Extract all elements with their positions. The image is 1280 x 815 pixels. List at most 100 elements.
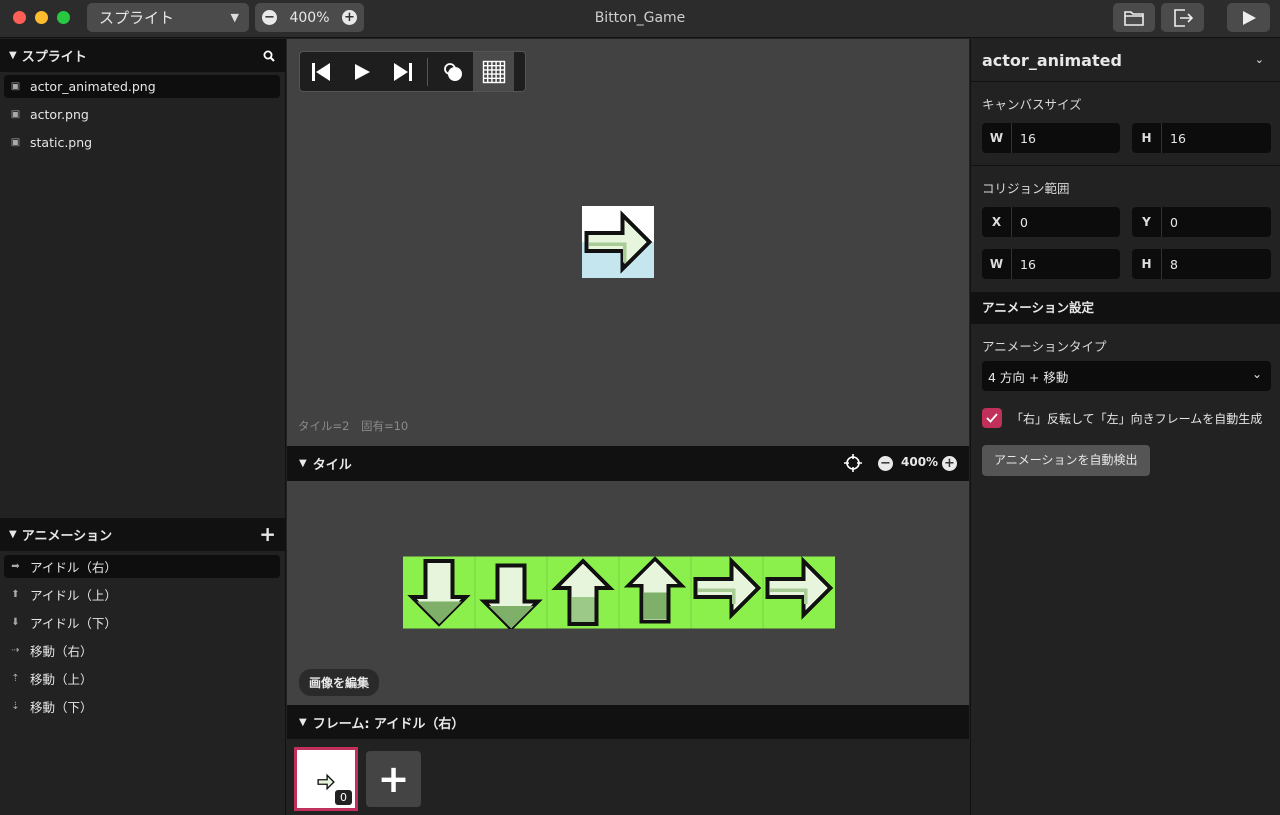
sprites-section-header[interactable]: ▼ スプライト <box>0 39 286 72</box>
crosshair-icon[interactable] <box>844 454 862 472</box>
arrow-down-icon: ⬇ <box>11 617 20 628</box>
tiles-zoom-value: 400% <box>901 455 939 469</box>
run-game-button[interactable] <box>1227 3 1270 32</box>
left-panel: ▼ スプライト ▣ actor_animated.png ▣ actor.png… <box>0 39 286 815</box>
animation-item-idle-right[interactable]: ➡ アイドル（右） <box>4 555 280 578</box>
image-file-icon: ▣ <box>10 137 21 148</box>
flip-frames-label: 「右」反転して「左」向きフレームを自動生成 <box>1011 412 1263 426</box>
export-button[interactable] <box>1161 3 1204 32</box>
field-key: H <box>1132 249 1162 279</box>
sprite-item-label: actor_animated.png <box>30 79 156 94</box>
sprite-item-static[interactable]: ▣ static.png <box>4 131 280 154</box>
play-button[interactable] <box>341 52 382 91</box>
animations-section-header[interactable]: ▼ アニメーション + <box>0 518 286 551</box>
sprite-item-actor-animated[interactable]: ▣ actor_animated.png <box>4 75 280 98</box>
field-value: 0 <box>1170 214 1178 230</box>
canvas-size-label: キャンバスサイズ <box>982 97 1082 112</box>
skip-forward-icon <box>393 62 412 81</box>
auto-detect-animation-button[interactable]: アニメーションを自動検出 <box>982 445 1150 476</box>
mode-select[interactable]: スプライト ▼ <box>87 3 249 32</box>
export-icon <box>1173 8 1193 27</box>
add-frame-button[interactable]: + <box>366 751 421 807</box>
tiles-header-label: タイル <box>312 458 352 473</box>
frames-section-header[interactable]: ▼ フレーム: アイドル（右） <box>287 705 969 739</box>
sprite-item-label: static.png <box>30 135 93 150</box>
first-frame-button[interactable] <box>300 52 341 91</box>
inspector-title: actor_animated <box>982 51 1122 70</box>
collision-height-field[interactable]: H 8 <box>1132 249 1271 279</box>
animation-item-label: 移動（下） <box>30 700 93 715</box>
sprite-item-actor[interactable]: ▣ actor.png <box>4 103 280 126</box>
animation-item-idle-down[interactable]: ⬇ アイドル（下） <box>4 611 280 634</box>
inspector-panel: actor_animated ⌄ キャンバスサイズ W 16 H 16 コリジョ… <box>970 39 1280 815</box>
grid-icon <box>482 60 505 83</box>
animation-item-move-up[interactable]: ⇡ 移動（上） <box>4 667 280 690</box>
animation-item-move-right[interactable]: ⇢ 移動（右） <box>4 639 280 662</box>
field-key: W <box>982 123 1012 153</box>
open-folder-button[interactable] <box>1113 3 1155 32</box>
sprites-header-label: スプライト <box>21 50 87 65</box>
animation-item-label: 移動（右） <box>30 644 93 659</box>
grid-toggle[interactable] <box>473 52 514 91</box>
disclosure-triangle-icon: ▼ <box>9 529 17 540</box>
collision-x-field[interactable]: X 0 <box>982 207 1120 237</box>
frame-thumbnail[interactable]: 0 <box>294 747 358 811</box>
animations-header-label: アニメーション <box>21 529 113 544</box>
disclosure-triangle-icon: ▼ <box>299 716 307 728</box>
zoom-in-button[interactable]: + <box>342 10 357 25</box>
collision-label: コリジョン範囲 <box>982 181 1070 196</box>
arrow-down-dotted-icon: ⇣ <box>11 701 20 712</box>
sprite-item-label: actor.png <box>30 107 89 122</box>
animation-item-label: アイドル（右） <box>30 560 117 575</box>
title-bar: Bitton_Game スプライト ▼ − 400% + <box>0 0 1280 38</box>
chevron-down-icon[interactable]: ⌄ <box>1255 53 1264 66</box>
collision-width-field[interactable]: W 16 <box>982 249 1120 279</box>
tiles-zoom-out-button[interactable]: − <box>878 456 893 471</box>
animation-settings-header: アニメーション設定 <box>971 292 1280 324</box>
zoom-value: 400% <box>289 9 330 26</box>
folder-icon <box>1124 10 1144 26</box>
zoom-control: − 400% + <box>255 3 364 32</box>
animation-item-label: アイドル（上） <box>30 588 117 603</box>
field-key: H <box>1132 123 1162 153</box>
animation-item-idle-up[interactable]: ⬆ アイドル（上） <box>4 583 280 606</box>
animation-type-label: アニメーションタイプ <box>982 339 1107 354</box>
animation-type-select[interactable]: 4 方向 + 移動 ⌄ <box>982 361 1271 391</box>
last-frame-button[interactable] <box>382 52 423 91</box>
disclosure-triangle-icon: ▼ <box>9 50 17 61</box>
tile-info-text: タイル=2 固有=10 <box>298 419 409 433</box>
search-icon[interactable] <box>263 50 275 62</box>
tiles-section-header[interactable]: ▼ タイル − 400% + <box>287 446 969 481</box>
animation-item-label: 移動（上） <box>30 672 93 687</box>
chevron-down-icon: ⌄ <box>1251 367 1262 381</box>
canvas-width-field[interactable]: W 16 <box>982 123 1120 153</box>
collision-y-field[interactable]: Y 0 <box>1132 207 1271 237</box>
zoom-out-button[interactable]: − <box>262 10 277 25</box>
add-animation-button[interactable]: + <box>259 522 276 546</box>
field-key: X <box>982 207 1012 237</box>
field-value: 16 <box>1020 256 1036 272</box>
sprite-preview-image <box>582 206 654 278</box>
tile-sheet-area[interactable]: 画像を編集 <box>287 481 969 705</box>
field-key: Y <box>1132 207 1162 237</box>
frames-header-label: フレーム: アイドル（右） <box>312 716 465 732</box>
arrow-right-icon: ➡ <box>11 561 20 572</box>
onion-skin-toggle[interactable] <box>432 52 473 91</box>
field-value: 0 <box>1020 214 1028 230</box>
onion-skin-icon <box>443 62 462 81</box>
chevron-down-icon: ▼ <box>230 11 239 24</box>
arrow-up-icon: ⬆ <box>11 589 20 600</box>
image-file-icon: ▣ <box>10 81 21 92</box>
sprite-preview-canvas[interactable]: タイル=2 固有=10 <box>287 39 969 446</box>
playback-toolbar <box>299 51 526 92</box>
animation-item-move-down[interactable]: ⇣ 移動（下） <box>4 695 280 718</box>
tiles-zoom-in-button[interactable]: + <box>942 456 957 471</box>
edit-image-button[interactable]: 画像を編集 <box>299 669 380 696</box>
flip-frames-checkbox[interactable] <box>982 408 1002 428</box>
skip-back-icon <box>311 62 330 81</box>
toolbar-divider <box>427 57 428 86</box>
field-value: 8 <box>1170 256 1178 272</box>
frame-sprite-image <box>317 773 335 791</box>
canvas-height-field[interactable]: H 16 <box>1132 123 1271 153</box>
divider <box>971 81 1280 82</box>
